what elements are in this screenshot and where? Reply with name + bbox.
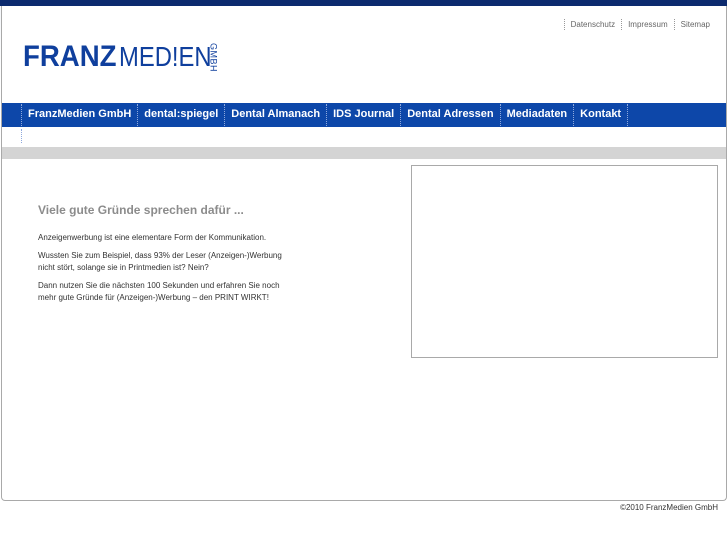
nav-franzmedien-gmbh[interactable]: FranzMedien GmbH: [21, 104, 137, 126]
subnav-divider: [21, 129, 22, 143]
nav-mediadaten[interactable]: Mediadaten: [499, 104, 574, 126]
nav-kontakt[interactable]: Kontakt: [573, 104, 629, 126]
content-paragraph-1: Anzeigenwerbung ist eine elementare Form…: [38, 233, 267, 242]
main-nav: FranzMedien GmbH dental:spiegel Dental A…: [2, 103, 726, 127]
logo-part-franz: FRANZ: [23, 40, 117, 73]
content-heading: Viele gute Gründe sprechen dafür ...: [38, 203, 244, 217]
intro-content: Viele gute Gründe sprechen dafür ... Anz…: [38, 203, 298, 310]
footer-copyright: ©2010 FranzMedien GmbH: [620, 503, 718, 512]
content-paragraph-2: Wussten Sie zum Beispiel, dass 93% der L…: [38, 251, 282, 272]
logo-part-medien: MED!EN: [118, 41, 212, 72]
page-frame: Datenschutz Impressum Sitemap FRANZ MED!…: [1, 6, 727, 501]
franzmedien-logo[interactable]: FRANZ MED!EN GMBH: [23, 41, 219, 73]
nav-dental-spiegel[interactable]: dental:spiegel: [137, 104, 224, 126]
utility-nav: Datenschutz Impressum Sitemap: [563, 19, 716, 30]
link-impressum[interactable]: Impressum: [621, 19, 674, 30]
content-paragraph-3: Dann nutzen Sie die nächsten 100 Sekunde…: [38, 281, 280, 302]
media-placeholder-box: [411, 165, 718, 358]
nav-dental-adressen[interactable]: Dental Adressen: [400, 104, 499, 126]
nav-dental-almanach[interactable]: Dental Almanach: [224, 104, 326, 126]
link-datenschutz[interactable]: Datenschutz: [563, 19, 621, 30]
grey-separator-bar: [2, 147, 726, 159]
link-sitemap[interactable]: Sitemap: [673, 19, 716, 30]
nav-ids-journal[interactable]: IDS Journal: [326, 104, 400, 126]
sub-nav: [2, 127, 726, 147]
